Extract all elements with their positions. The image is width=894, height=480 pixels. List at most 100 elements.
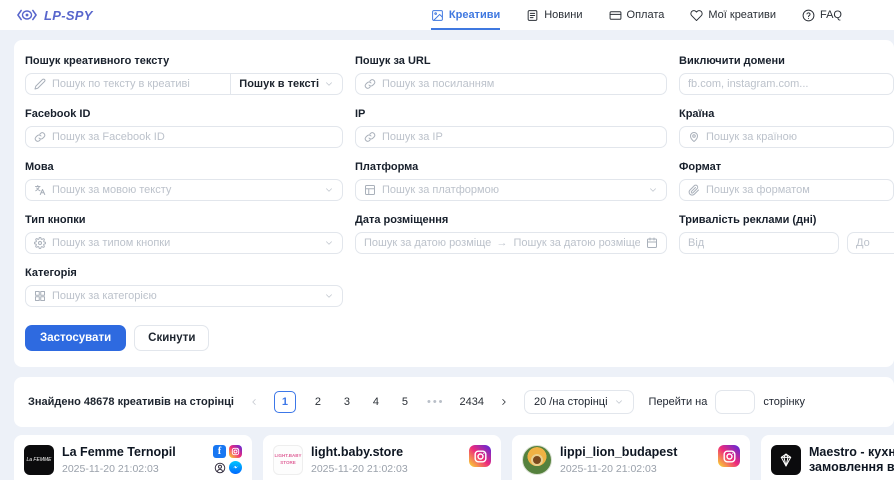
date-range-label: Дата розміщення	[355, 214, 667, 226]
apply-button[interactable]: Застосувати	[25, 325, 126, 351]
button-type-input[interactable]	[52, 237, 318, 249]
card-date: 2025-11-20 21:02:03	[311, 463, 408, 475]
chevron-down-icon	[648, 185, 658, 195]
creative-text-input[interactable]	[52, 78, 222, 90]
paperclip-icon	[688, 184, 700, 196]
tab-label: FAQ	[820, 9, 842, 21]
ip-input[interactable]	[382, 131, 658, 143]
tab-label: Мої креативи	[708, 9, 776, 21]
calendar-icon	[646, 237, 658, 249]
facebook-icon: f	[213, 445, 226, 458]
gear-icon	[34, 237, 46, 249]
platform-input[interactable]	[382, 184, 642, 196]
facebook-id-label: Facebook ID	[25, 108, 343, 120]
next-page-button[interactable]	[499, 397, 509, 407]
facebook-id-input[interactable]	[52, 131, 334, 143]
platform-label: Платформа	[355, 161, 667, 173]
instagram-icon	[469, 445, 491, 467]
main-nav: Креативи Новини Оплата Мої креативи FAQ	[431, 0, 842, 30]
date-from-input[interactable]	[364, 237, 491, 249]
app-logo[interactable]: LP-SPY	[16, 7, 93, 23]
category-select[interactable]	[25, 285, 343, 307]
page-button-2434[interactable]: 2434	[460, 396, 484, 408]
date-to-input[interactable]	[514, 237, 641, 249]
search-mode-select[interactable]: Пошук в тексті	[230, 73, 343, 95]
chevron-down-icon	[324, 185, 334, 195]
creative-card[interactable]: LIGHT.BABY STORE light.baby.store 2025-1…	[263, 435, 501, 480]
format-input[interactable]	[706, 184, 885, 196]
button-type-label: Тип кнопки	[25, 214, 343, 226]
tab-label: Оплата	[627, 9, 665, 21]
tab-payment[interactable]: Оплата	[609, 0, 665, 30]
creative-text-label: Пошук креативного тексту	[25, 55, 343, 67]
page-button-1[interactable]: 1	[274, 391, 296, 413]
chevron-down-icon	[614, 397, 624, 407]
tab-my-creatives[interactable]: Мої креативи	[690, 0, 776, 30]
creative-card[interactable]: Maestro - кухні, ме замовлення в Ужго 20…	[761, 435, 894, 480]
creative-card[interactable]: lippi_lion_budapest 2025-11-20 21:02:03 …	[512, 435, 750, 480]
pagination: 1 2 3 4 5 ••• 2434	[249, 391, 509, 413]
page-button-4[interactable]: 4	[369, 396, 383, 408]
location-pin-icon	[688, 131, 700, 143]
button-type-select[interactable]	[25, 232, 343, 254]
platform-select[interactable]	[355, 179, 667, 201]
duration-from-input[interactable]	[688, 237, 830, 249]
platform-icons: f	[213, 445, 242, 474]
search-mode-value: Пошук в тексті	[239, 78, 319, 90]
link-icon	[34, 131, 46, 143]
news-icon	[526, 9, 539, 22]
creative-card[interactable]: La FEMME La Femme Ternopil 2025-11-20 21…	[14, 435, 252, 480]
page-ellipsis[interactable]: •••	[427, 396, 445, 408]
tab-label: Креативи	[449, 9, 500, 21]
image-icon	[431, 9, 444, 22]
page-button-3[interactable]: 3	[340, 396, 354, 408]
tab-news[interactable]: Новини	[526, 0, 582, 30]
messenger-icon	[229, 461, 242, 474]
page-button-2[interactable]: 2	[311, 396, 325, 408]
goto-page-input[interactable]	[715, 390, 755, 414]
pagination-bar: Знайдено 48678 креативів на сторінці 1 2…	[14, 377, 894, 427]
card-title: lippi_lion_budapest	[560, 445, 677, 460]
heart-icon	[690, 9, 703, 22]
country-label: Країна	[679, 108, 894, 120]
eye-logo-icon	[16, 7, 38, 23]
language-label: Мова	[25, 161, 343, 173]
platform-icons	[718, 445, 740, 467]
tab-label: Новини	[544, 9, 582, 21]
avatar: La FEMME	[24, 445, 54, 475]
format-label: Формат	[679, 161, 894, 173]
chevron-down-icon	[324, 79, 334, 89]
goto-suffix: сторінку	[763, 396, 805, 408]
date-range-picker[interactable]: →	[355, 232, 667, 254]
prev-page-button[interactable]	[249, 397, 259, 407]
instagram-icon	[718, 445, 740, 467]
page-size-value: 20 /на сторінці	[534, 396, 608, 408]
chevron-down-icon	[324, 291, 334, 301]
avatar	[522, 445, 552, 475]
card-title: La Femme Ternopil	[62, 445, 176, 460]
category-input[interactable]	[52, 290, 318, 302]
tab-creatives[interactable]: Креативи	[431, 0, 500, 30]
exclude-domains-input[interactable]	[688, 78, 885, 90]
reset-button[interactable]: Скинути	[134, 325, 209, 351]
tab-faq[interactable]: FAQ	[802, 0, 842, 30]
language-select[interactable]	[25, 179, 343, 201]
category-grid-icon	[34, 290, 46, 302]
duration-to-input[interactable]	[856, 237, 894, 249]
goto-prefix: Перейти на	[649, 396, 708, 408]
language-input[interactable]	[52, 184, 318, 196]
category-label: Категорія	[25, 267, 343, 279]
card-title: Maestro - кухні, ме замовлення в Ужго	[809, 445, 894, 475]
page-button-5[interactable]: 5	[398, 396, 412, 408]
pencil-icon	[34, 78, 46, 90]
page-size-select[interactable]: 20 /на сторінці	[524, 390, 634, 414]
creatives-list: La FEMME La Femme Ternopil 2025-11-20 21…	[14, 435, 894, 480]
logo-text: LP-SPY	[44, 8, 93, 23]
results-count: Знайдено 48678 креативів на сторінці	[28, 396, 234, 408]
url-input[interactable]	[382, 78, 658, 90]
goto-page: Перейти на сторінку	[649, 390, 805, 414]
arrow-right-icon: →	[497, 237, 508, 249]
exclude-domains-label: Виключити домени	[679, 55, 894, 67]
card-title: light.baby.store	[311, 445, 408, 460]
country-input[interactable]	[706, 131, 885, 143]
